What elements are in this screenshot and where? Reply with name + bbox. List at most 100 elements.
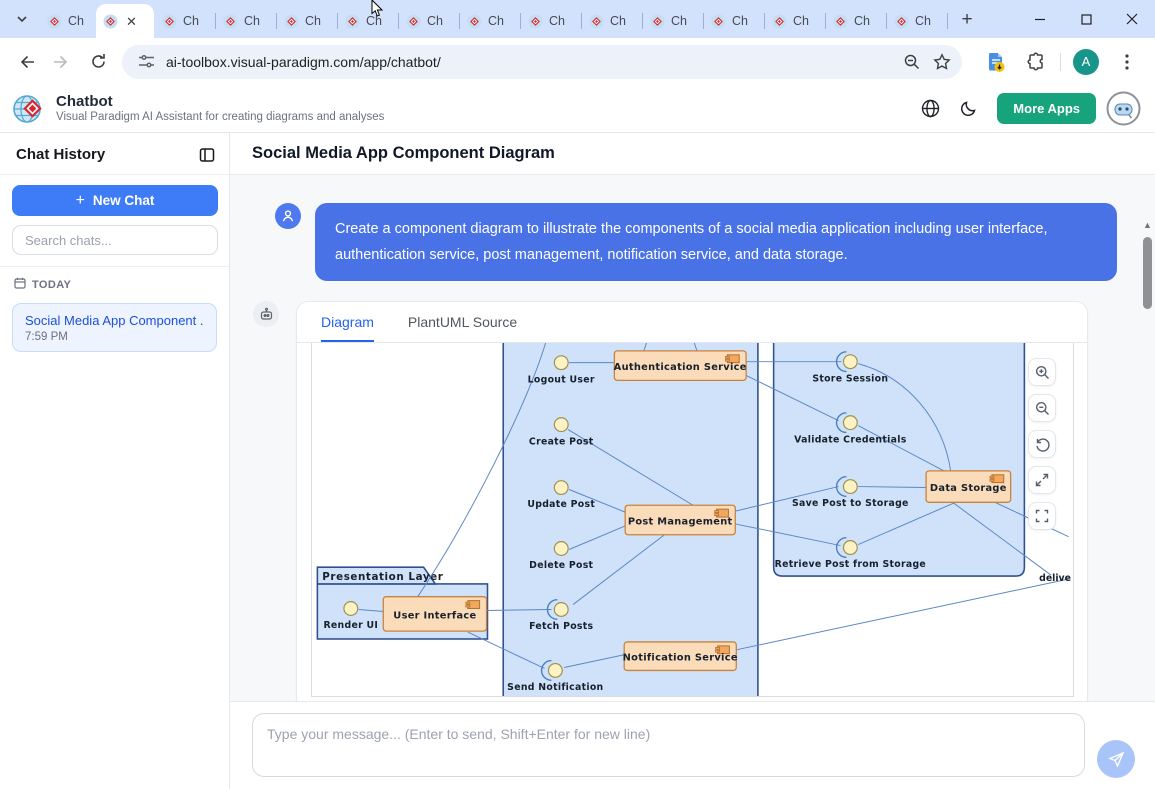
diagram-canvas[interactable]: Presentation LayerAuthentication Service… xyxy=(311,343,1074,697)
main-panel: Social Media App Component Diagram Creat… xyxy=(230,133,1155,789)
tab-label: Ch xyxy=(915,14,931,28)
message-input-bar xyxy=(230,701,1155,789)
chat-item-title: Social Media App Component ... xyxy=(25,313,204,328)
interface-label: Store Session xyxy=(812,373,888,384)
page-title: Social Media App Component Diagram xyxy=(252,144,555,163)
bot-avatar-icon xyxy=(253,301,279,327)
dark-mode-moon-icon[interactable] xyxy=(953,94,983,124)
browser-tab[interactable]: Ch xyxy=(155,4,215,38)
calendar-icon xyxy=(14,276,26,294)
component-label: User Interface xyxy=(393,610,476,621)
interface-label: Update Post xyxy=(527,499,595,510)
browser-tab[interactable]: Ch xyxy=(582,4,642,38)
browser-tab[interactable]: Ch xyxy=(216,4,276,38)
omnibox[interactable]: ai-toolbox.visual-paradigm.com/app/chatb… xyxy=(122,45,962,79)
package-layer xyxy=(774,343,1025,576)
browser-tab[interactable]: Ch xyxy=(643,4,703,38)
browser-tab[interactable]: Ch xyxy=(399,4,459,38)
component-node: Notification Service xyxy=(623,642,738,671)
user-message-bubble: Create a component diagram to illustrate… xyxy=(315,203,1117,281)
visual-paradigm-favicon-icon xyxy=(833,14,848,29)
new-chat-label: New Chat xyxy=(93,193,155,208)
component-node: User Interface xyxy=(383,597,486,631)
tab-search-chevron-icon[interactable] xyxy=(8,5,36,33)
browser-tab[interactable]: ✕ xyxy=(96,4,154,38)
visual-paradigm-favicon-icon xyxy=(345,14,360,29)
section-today-label: TODAY xyxy=(32,279,71,291)
new-tab-button[interactable]: + xyxy=(954,7,980,33)
message-input[interactable] xyxy=(252,713,1085,777)
tab-diagram[interactable]: Diagram xyxy=(321,314,374,342)
minimize-button[interactable] xyxy=(1017,0,1063,38)
browser-tab[interactable]: Ch xyxy=(338,4,398,38)
tab-label: Ch xyxy=(854,14,870,28)
extensions-puzzle-icon[interactable] xyxy=(1024,50,1048,74)
chat-item-time: 7:59 PM xyxy=(25,331,204,343)
menu-dots-icon[interactable] xyxy=(1115,50,1139,74)
back-button[interactable] xyxy=(10,46,42,78)
forward-button[interactable] xyxy=(46,46,78,78)
site-info-icon[interactable] xyxy=(136,52,156,72)
search-chats-input[interactable] xyxy=(12,225,218,255)
maximize-button[interactable] xyxy=(1063,0,1109,38)
browser-tab[interactable]: Ch xyxy=(704,4,764,38)
reload-button[interactable] xyxy=(82,46,114,78)
tab-label: Ch xyxy=(732,14,748,28)
tab-label: Ch xyxy=(244,14,260,28)
bot-message-row: Diagram PlantUML Source Presentation Lay… xyxy=(253,301,1088,701)
browser-tab[interactable]: Ch xyxy=(765,4,825,38)
close-window-button[interactable] xyxy=(1109,0,1155,38)
visual-paradigm-favicon-icon xyxy=(406,14,421,29)
result-card-tabs: Diagram PlantUML Source xyxy=(297,302,1087,343)
bookmark-star-icon[interactable] xyxy=(932,52,952,72)
diagram-zoom-out-button[interactable] xyxy=(1028,394,1056,422)
browser-tab[interactable]: Ch xyxy=(887,4,947,38)
sidebar-toggle-icon[interactable] xyxy=(199,147,215,163)
tab-close-icon[interactable]: ✕ xyxy=(126,15,137,28)
visual-paradigm-favicon-icon xyxy=(223,14,238,29)
app-title: Chatbot xyxy=(56,93,384,110)
interface-label: Retrieve Post from Storage xyxy=(775,559,926,570)
browser-tab[interactable]: Ch xyxy=(40,4,96,38)
new-chat-button[interactable]: + New Chat xyxy=(12,185,218,216)
visual-paradigm-favicon-icon xyxy=(162,14,177,29)
more-apps-button[interactable]: More Apps xyxy=(997,93,1096,124)
window-controls xyxy=(1017,0,1155,38)
browser-tab[interactable]: Ch xyxy=(826,4,886,38)
url-text[interactable]: ai-toolbox.visual-paradigm.com/app/chatb… xyxy=(166,54,892,70)
browser-tab[interactable]: Ch xyxy=(277,4,337,38)
diagram-edge xyxy=(736,579,1068,650)
component-node: Post Management xyxy=(625,505,735,535)
browser-tabstrip: Ch✕ChChChChChChChChChChChChCh + xyxy=(0,0,1155,38)
tab-label: Ch xyxy=(68,14,84,28)
tab-plantuml-source[interactable]: PlantUML Source xyxy=(408,314,517,342)
diagram-fullscreen-button[interactable] xyxy=(1028,502,1056,530)
docs-extension-icon[interactable] xyxy=(984,50,1008,74)
scroll-up-icon[interactable]: ▲ xyxy=(1143,221,1152,230)
interface-label: Save Post to Storage xyxy=(792,498,909,509)
tab-label: Ch xyxy=(671,14,687,28)
scrollbar-thumb[interactable] xyxy=(1143,237,1152,309)
zoom-indicator-icon[interactable] xyxy=(902,52,922,72)
chatbot-assistant-avatar[interactable] xyxy=(1106,91,1141,126)
mouse-cursor xyxy=(371,0,384,23)
browser-tab[interactable]: Ch xyxy=(460,4,520,38)
language-globe-icon[interactable] xyxy=(915,94,945,124)
diagram-reset-button[interactable] xyxy=(1028,430,1056,458)
user-avatar-icon xyxy=(275,203,301,229)
browser-tabs: Ch✕ChChChChChChChChChChChChCh xyxy=(40,0,948,38)
visual-paradigm-favicon-icon xyxy=(589,14,604,29)
diagram-expand-button[interactable] xyxy=(1028,466,1056,494)
interface-label: Validate Credentials xyxy=(794,434,907,445)
profile-avatar[interactable]: A xyxy=(1073,49,1099,75)
browser-tab[interactable]: Ch xyxy=(521,4,581,38)
visual-paradigm-favicon-icon xyxy=(772,14,787,29)
send-button[interactable] xyxy=(1097,740,1135,778)
diagram-zoom-in-button[interactable] xyxy=(1028,358,1056,386)
tab-label: Ch xyxy=(793,14,809,28)
visual-paradigm-favicon-icon xyxy=(284,14,299,29)
chat-history-item[interactable]: Social Media App Component ... 7:59 PM xyxy=(12,303,217,352)
visual-paradigm-logo xyxy=(12,92,46,126)
chat-scrollbar[interactable]: ▲ ▼ xyxy=(1141,219,1154,701)
user-message-row: Create a component diagram to illustrate… xyxy=(275,203,1117,281)
